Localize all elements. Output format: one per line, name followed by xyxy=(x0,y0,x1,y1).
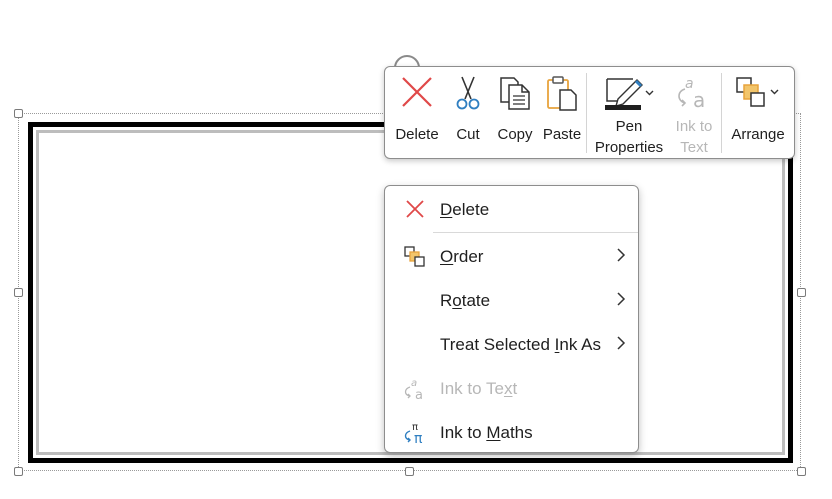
menu-item-rotate[interactable]: Rotate xyxy=(385,280,638,320)
toolbar-delete-label: Delete xyxy=(395,126,439,143)
resize-handle-bottom-left[interactable] xyxy=(14,467,23,476)
toolbar-cut-button[interactable]: Cut xyxy=(447,67,489,158)
menu-item-order-label: Order xyxy=(440,247,484,266)
toolbar-arrange-label: Arrange xyxy=(731,126,785,143)
toolbar-ink-label-1: Ink to xyxy=(675,118,713,135)
delete-icon xyxy=(400,75,434,121)
toolbar-copy-label: Copy xyxy=(497,126,533,143)
arrange-icon xyxy=(733,75,783,121)
toolbar-ink-to-text-button[interactable]: a a Ink to Text xyxy=(669,67,719,158)
toolbar-paste-label: Paste xyxy=(542,126,582,143)
menu-item-order[interactable]: Order xyxy=(385,236,638,276)
menu-item-ink-to-text[interactable]: a a Ink to Text xyxy=(385,368,638,408)
resize-handle-bottom-right[interactable] xyxy=(797,467,806,476)
order-icon xyxy=(404,246,425,267)
toolbar-ink-label-2: Text xyxy=(680,139,708,156)
svg-text:π: π xyxy=(414,431,423,445)
svg-text:a: a xyxy=(693,88,705,111)
toolbar-cut-label: Cut xyxy=(456,126,480,143)
resize-handle-middle-right[interactable] xyxy=(797,288,806,297)
toolbar-arrange-button[interactable]: Arrange xyxy=(725,67,791,158)
ink-to-text-icon: a a xyxy=(404,378,423,401)
toolbar-separator xyxy=(721,73,722,153)
toolbar-paste-button[interactable]: Paste xyxy=(541,67,583,158)
resize-handle-middle-left[interactable] xyxy=(14,288,23,297)
pen-properties-icon xyxy=(603,75,655,113)
menu-separator xyxy=(433,232,638,233)
toolbar-delete-button[interactable]: Delete xyxy=(389,67,445,158)
menu-item-delete[interactable]: Delete xyxy=(385,189,638,229)
context-menu: Delete Order Rotate Treat Selected Ink A… xyxy=(384,185,639,453)
ink-to-maths-icon: π π xyxy=(404,422,423,445)
toolbar-pen-label-1: Pen xyxy=(615,118,643,135)
toolbar-pen-label-2: Properties xyxy=(594,139,664,156)
menu-item-treat-label: Treat Selected Ink As xyxy=(440,335,601,354)
menu-item-ink-to-maths[interactable]: π π Ink to Maths xyxy=(385,412,638,452)
resize-handle-bottom-middle[interactable] xyxy=(405,467,414,476)
mini-toolbar: Delete Cut Copy Paste Pen Properties a a… xyxy=(384,66,795,159)
menu-item-ink-to-text-label: Ink to Text xyxy=(440,379,518,398)
menu-item-delete-label: Delete xyxy=(440,200,490,219)
chevron-right-icon xyxy=(617,248,626,262)
toolbar-pen-properties-button[interactable]: Pen Properties xyxy=(590,67,668,158)
toolbar-separator xyxy=(586,73,587,153)
menu-item-ink-to-maths-label: Ink to Maths xyxy=(440,423,533,442)
paste-icon xyxy=(545,75,579,121)
copy-icon xyxy=(497,75,533,121)
chevron-right-icon xyxy=(617,336,626,350)
svg-text:a: a xyxy=(415,388,423,401)
scissors-icon xyxy=(454,75,482,121)
ink-to-text-icon: a a xyxy=(675,75,713,113)
resize-handle-top-left[interactable] xyxy=(14,109,23,118)
menu-item-rotate-label: Rotate xyxy=(440,291,491,310)
delete-icon xyxy=(406,200,424,218)
chevron-right-icon xyxy=(617,292,626,306)
toolbar-copy-button[interactable]: Copy xyxy=(491,67,539,158)
menu-item-treat-selected-ink-as[interactable]: Treat Selected Ink As xyxy=(385,324,638,364)
